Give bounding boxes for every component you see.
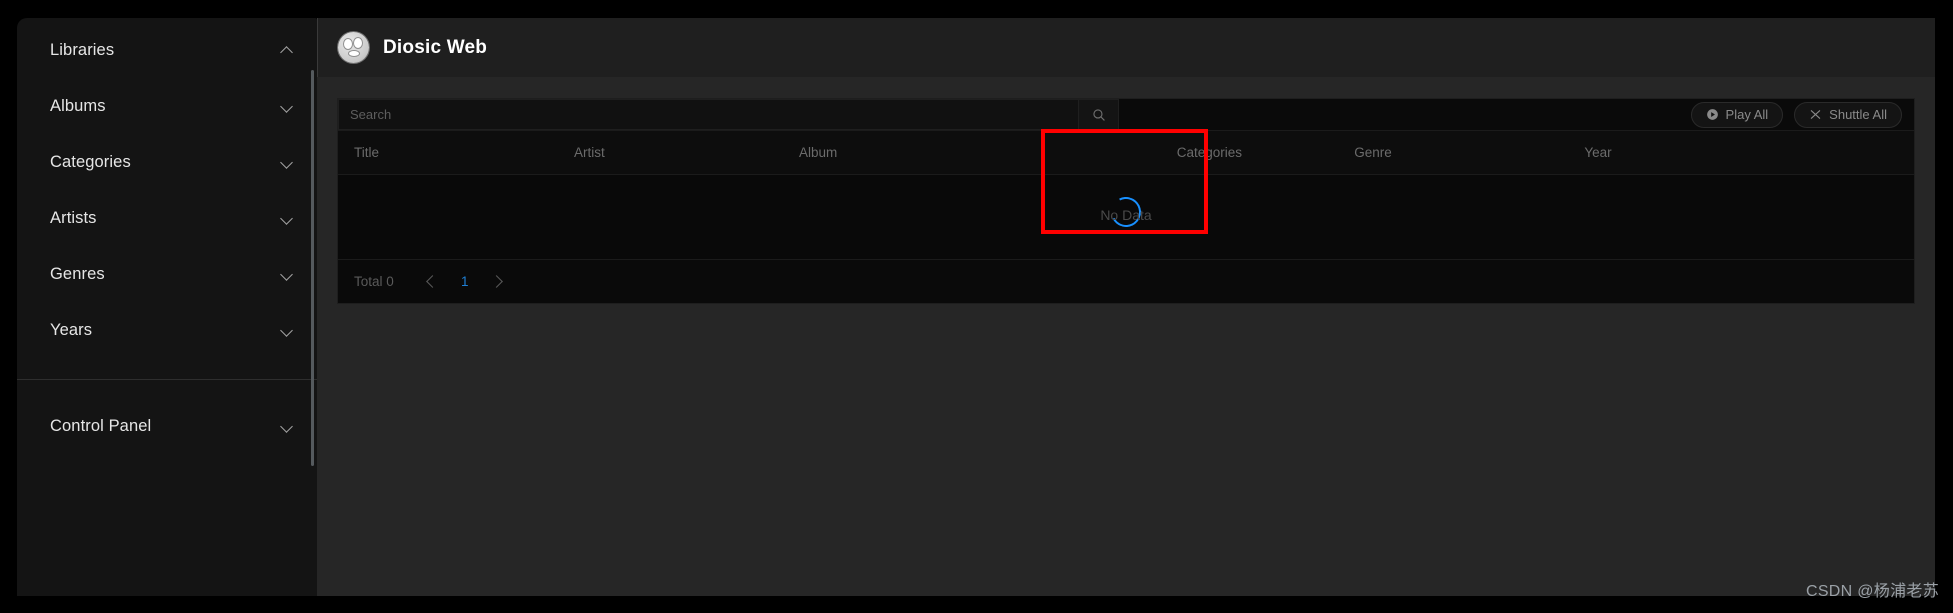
play-all-label: Play All [1725,107,1769,122]
sidebar-secondary-group: Control Panel [17,380,317,454]
chevron-down-icon[interactable] [281,99,295,113]
column-header-categories[interactable]: Categories [1023,145,1258,160]
sidebar-item-artists[interactable]: Artists [17,190,317,246]
chevron-left-icon [426,275,440,288]
sidebar-item-control-panel[interactable]: Control Panel [17,398,317,454]
sidebar-item-albums[interactable]: Albums [17,78,317,134]
sidebar-item-label: Libraries [50,40,115,59]
chevron-down-icon[interactable] [281,267,295,281]
search-icon [1092,108,1105,121]
sidebar-item-label: Artists [50,208,97,227]
sidebar-item-categories[interactable]: Categories [17,134,317,190]
face-logo-icon [338,32,369,63]
sidebar-scrollbar[interactable] [311,70,314,466]
column-header-artist[interactable]: Artist [558,145,783,160]
table-body: No Data [338,175,1914,260]
search-button[interactable] [1079,99,1119,130]
pagination-page-1[interactable]: 1 [450,269,480,295]
chevron-up-icon[interactable] [281,43,295,57]
table-footer: Total 0 1 [338,260,1914,303]
column-header-genre[interactable]: Genre [1258,145,1488,160]
sidebar-primary-group: Libraries Albums Categories Artists Genr… [17,18,317,358]
sidebar-item-years[interactable]: Years [17,302,317,358]
column-header-title[interactable]: Title [338,145,558,160]
shuttle-all-button[interactable]: Shuttle All [1794,101,1902,128]
play-all-button[interactable]: Play All [1690,101,1784,128]
logo-mouth [349,51,359,56]
top-black-strip [0,0,1953,18]
empty-state: No Data [338,175,1914,259]
page-title: Diosic Web [383,36,488,58]
table-toolbar: Play All Shuttle All [338,99,1914,131]
shuttle-all-label: Shuttle All [1829,107,1887,122]
sidebar-item-genres[interactable]: Genres [17,246,317,302]
pagination-next-button[interactable] [483,269,511,295]
sidebar-item-libraries[interactable]: Libraries [17,22,317,78]
column-header-album[interactable]: Album [783,145,1023,160]
chevron-down-icon[interactable] [281,419,295,433]
shuffle-icon [1810,110,1821,119]
table-header-row: Title Artist Album Categories Genre Year [338,131,1914,175]
sidebar-item-label: Control Panel [50,416,152,435]
sidebar-item-label: Genres [50,264,105,283]
play-circle-icon [1706,109,1718,120]
app-header: Diosic Web [317,18,1935,77]
sidebar: Libraries Albums Categories Artists Genr… [17,18,317,596]
sidebar-item-label: Categories [50,152,131,171]
column-header-year[interactable]: Year [1488,145,1708,160]
search-input[interactable] [338,99,1079,130]
main-area: Diosic Web Search Play All Shuttle All T… [317,18,1935,596]
chevron-down-icon[interactable] [281,211,295,225]
sidebar-item-label: Albums [50,96,106,115]
toolbar-actions: Play All Shuttle All [1690,99,1914,130]
content-wrapper: Play All Shuttle All Title [317,77,1935,596]
pagination-prev-button[interactable] [419,269,447,295]
total-count-label: Total 0 [354,274,394,289]
chevron-down-icon[interactable] [281,155,295,169]
sidebar-item-label: Years [50,320,93,339]
chevron-right-icon [490,275,504,288]
music-table-card: Play All Shuttle All Title [337,98,1915,304]
chevron-down-icon[interactable] [281,323,295,337]
watermark-text: CSDN @杨浦老苏 [1805,583,1939,600]
logo-eye-left [343,39,352,49]
logo-eye-right [354,38,362,48]
empty-state-text: No Data [1100,207,1152,223]
app-root: Libraries Albums Categories Artists Genr… [0,0,1953,613]
